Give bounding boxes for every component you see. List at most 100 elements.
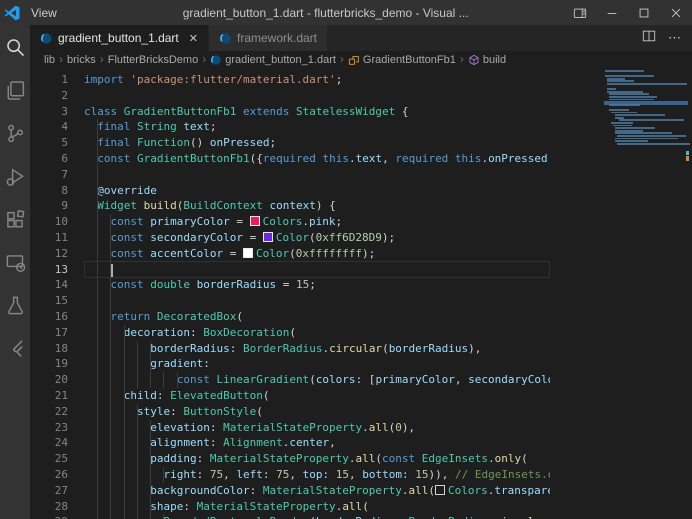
indent-guide: [110, 403, 112, 420]
tab-framework.dart[interactable]: framework.dart: [208, 25, 329, 51]
minimize-button[interactable]: [596, 0, 628, 25]
code-line-21[interactable]: child: ElevatedButton(: [84, 387, 550, 404]
code-editor[interactable]: 1 2 3 4 5 6 7 8 9 10 11 12 13 14 15 16 17 18 19 20 21 22 23 24 2…: [30, 68, 692, 519]
indent-guide: [110, 214, 112, 230]
code-line-15[interactable]: [84, 293, 550, 309]
code-line-12[interactable]: const accentColor = Color(0xffffffff);: [84, 245, 550, 262]
split-editor-button[interactable]: [642, 29, 656, 48]
code-line-3[interactable]: class GradientButtonFb1 extends Stateles…: [84, 104, 550, 120]
breadcrumb-item-lib[interactable]: lib: [44, 54, 55, 66]
code-line-4[interactable]: final String text;: [84, 119, 550, 136]
indent-guide: [136, 419, 138, 436]
code-line-25[interactable]: padding: MaterialStateProperty.all(const…: [84, 451, 550, 467]
remote-explorer-icon[interactable]: [3, 250, 27, 274]
indent-guide: [97, 372, 99, 388]
code-line-10[interactable]: const primaryColor = Colors.pink;: [84, 214, 550, 230]
code-line-13[interactable]: [84, 261, 550, 278]
breadcrumb-item-FlutterBricksDemo[interactable]: FlutterBricksDemo: [108, 54, 198, 66]
menu-view[interactable]: View: [24, 0, 87, 25]
color-decorator-swatch[interactable]: [242, 247, 253, 258]
code-line-14[interactable]: const double borderRadius = 15;: [84, 277, 550, 294]
indent-guide: [110, 466, 112, 483]
code-line-19[interactable]: gradient:: [84, 356, 550, 373]
minimap-line: [605, 75, 654, 78]
indent-guide: [110, 277, 112, 294]
indent-guide: [123, 498, 125, 515]
tab-gradient_button_1.dart[interactable]: gradient_button_1.dart ✕: [30, 25, 209, 51]
code-line-23[interactable]: elevation: MaterialStateProperty.all(0),: [84, 419, 550, 436]
indent-guide: [97, 245, 99, 262]
code-line-28[interactable]: shape: MaterialStateProperty.all(: [84, 498, 550, 515]
breadcrumb-separator: ›: [59, 52, 64, 66]
code-line-7[interactable]: [84, 166, 550, 183]
code-line-27[interactable]: backgroundColor: MaterialStateProperty.a…: [84, 482, 550, 499]
color-decorator-swatch[interactable]: [262, 231, 273, 242]
activity-bar: [0, 25, 30, 519]
code-line-26[interactable]: right: 75, left: 75, top: 15, bottom: 15…: [84, 466, 550, 483]
color-decorator-swatch[interactable]: [249, 216, 260, 227]
indent-guide: [136, 466, 138, 483]
code-line-6[interactable]: const GradientButtonFb1({required this.t…: [84, 150, 550, 167]
code-line-16[interactable]: return DecoratedBox(: [84, 308, 550, 325]
maximize-button[interactable]: [628, 0, 660, 25]
explorer-icon[interactable]: [3, 78, 27, 102]
tab-bar: gradient_button_1.dart ✕ framework.dart ⋯: [30, 25, 692, 51]
indent-guide: [97, 482, 99, 499]
indent-guide: [136, 482, 138, 499]
breadcrumb-item-gradient_button_1.dart[interactable]: gradient_button_1.dart: [210, 54, 336, 66]
breadcrumb-separator: ›: [99, 52, 104, 66]
close-button[interactable]: [660, 0, 692, 25]
source-control-icon[interactable]: [3, 121, 27, 145]
code-line-17[interactable]: decoration: BoxDecoration(: [84, 324, 550, 341]
code-line-9[interactable]: Widget build(BuildContext context) {: [84, 198, 550, 215]
indent-guide: [97, 214, 99, 230]
code-line-24[interactable]: alignment: Alignment.center,: [84, 435, 550, 452]
flutter-icon[interactable]: [3, 336, 27, 360]
minimap-line: [607, 77, 625, 80]
code-line-29[interactable]: RoundedRectangleBorder(borderRadius: Bor…: [84, 514, 550, 519]
minimap-line: [609, 103, 640, 106]
indent-guide: [110, 514, 112, 519]
search-icon[interactable]: [3, 35, 27, 59]
minimap-line: [609, 98, 654, 101]
customize-layout-icon[interactable]: [564, 0, 596, 25]
extensions-icon[interactable]: [3, 207, 27, 231]
run-and-debug-icon[interactable]: [3, 164, 27, 188]
line-number: 27: [54, 483, 68, 497]
indent-guide: [150, 340, 152, 357]
indent-guide: [136, 498, 138, 515]
code-line-18[interactable]: borderRadius: BorderRadius.circular(bord…: [84, 340, 550, 357]
code-line-2[interactable]: [84, 88, 550, 104]
minimap-line: [615, 140, 648, 143]
indent-guide: [163, 514, 165, 519]
indent-guide: [123, 340, 125, 357]
line-number: 22: [54, 404, 68, 418]
indent-guide: [110, 324, 112, 341]
indent-guide: [97, 340, 99, 357]
code-line-5[interactable]: final Function() onPressed;: [84, 135, 550, 151]
indent-guide: [97, 514, 99, 519]
breadcrumb-item-GradientButtonFb1[interactable]: GradientButtonFb1: [348, 54, 456, 66]
minimap[interactable]: [604, 68, 690, 519]
line-number: 13: [54, 262, 68, 276]
code-pane[interactable]: import 'package:flutter/material.dart'; c…: [84, 72, 550, 519]
code-line-22[interactable]: style: ButtonStyle(: [84, 403, 550, 420]
editor-more-actions-button[interactable]: ⋯: [668, 30, 682, 46]
code-line-11[interactable]: const secondaryColor = Color(0xff6D28D9)…: [84, 229, 550, 246]
code-line-8[interactable]: @override: [84, 182, 550, 199]
breadcrumb: lib › bricks › FlutterBricksDemo › gradient_bu…: [30, 51, 692, 68]
tab-close-icon[interactable]: ✕: [189, 32, 198, 45]
tab-label: gradient_button_1.dart: [58, 31, 179, 45]
indent-guide: [123, 387, 125, 404]
minimap-line: [607, 90, 643, 93]
color-decorator-swatch[interactable]: [435, 484, 446, 495]
breadcrumb-item-bricks[interactable]: bricks: [67, 54, 96, 66]
testing-icon[interactable]: [3, 293, 27, 317]
code-line-1[interactable]: import 'package:flutter/material.dart';: [84, 72, 550, 88]
minimap-line: [615, 127, 655, 130]
line-number: 15: [54, 294, 68, 308]
breadcrumb-item-build[interactable]: build: [468, 54, 506, 66]
indent-guide: [123, 403, 125, 420]
code-line-20[interactable]: const LinearGradient(colors: [primaryCol…: [84, 372, 550, 388]
line-number: 23: [54, 420, 68, 434]
